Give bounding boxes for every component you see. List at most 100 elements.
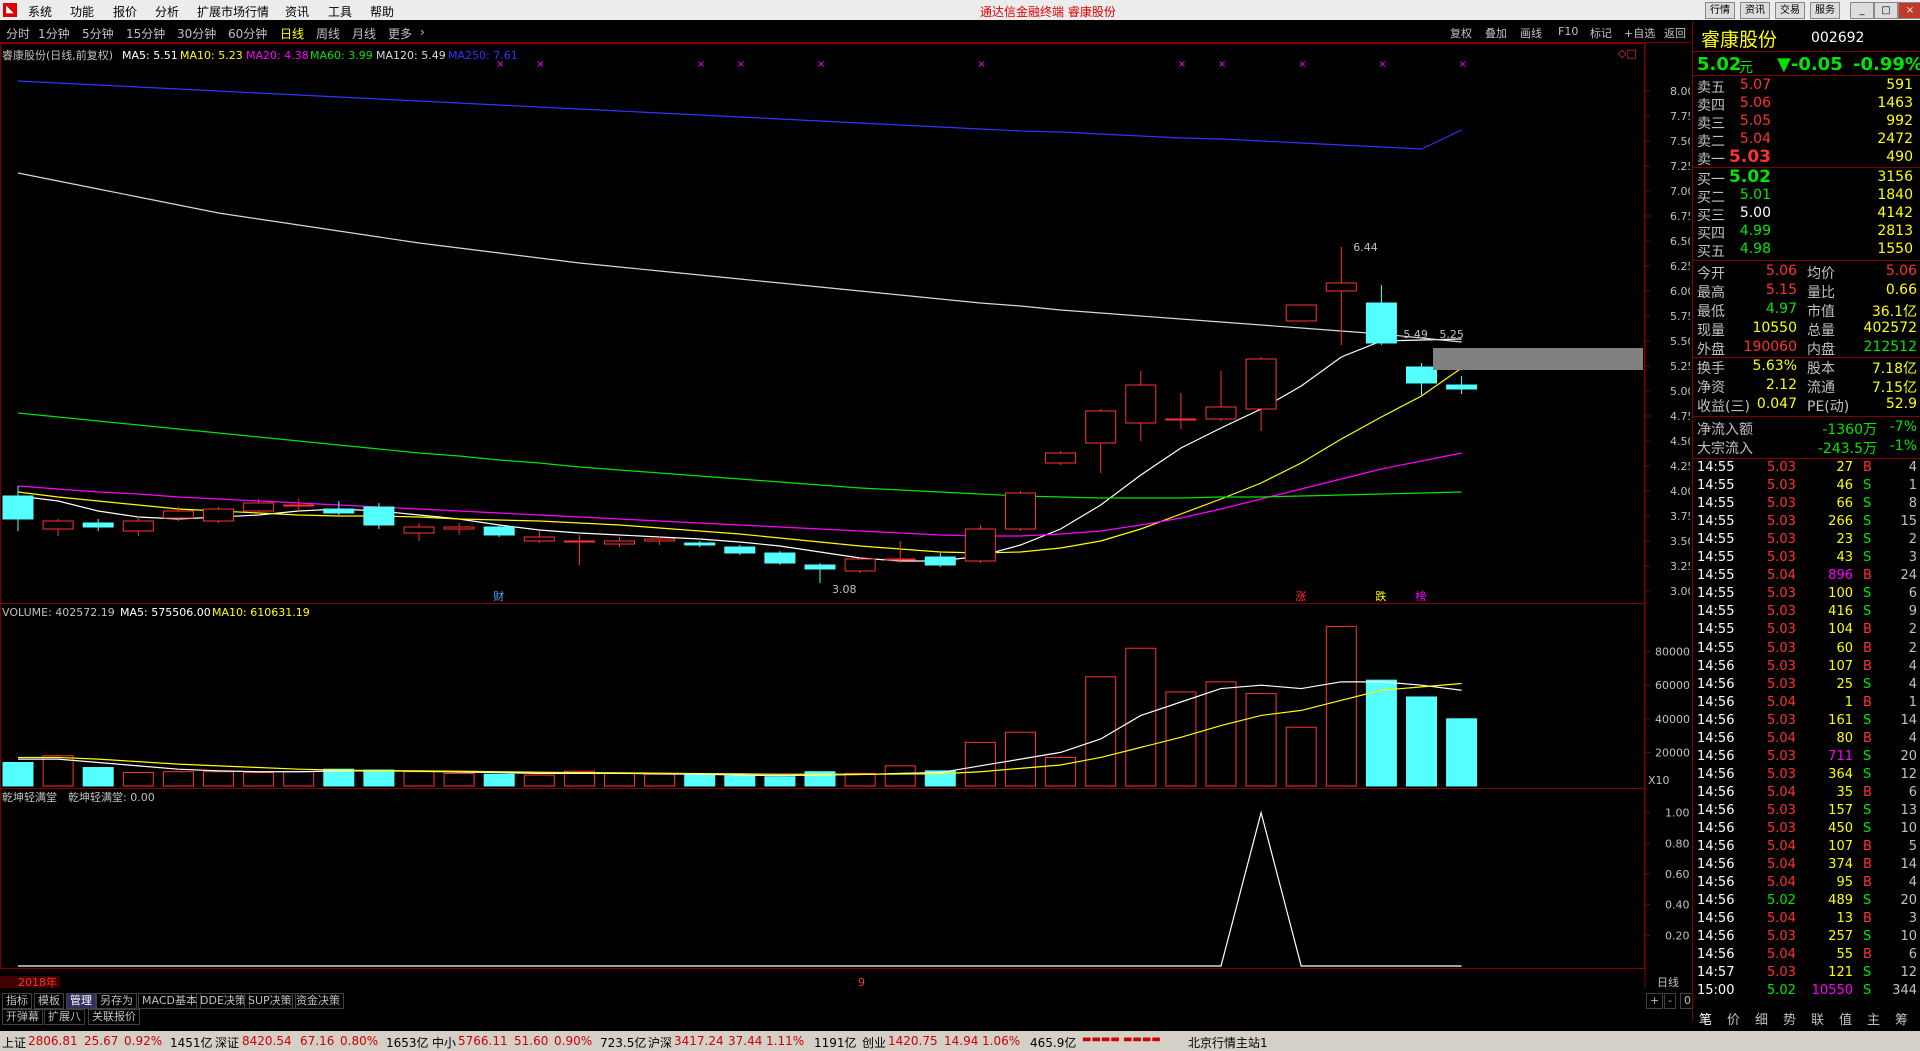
tick-price: 5.03 xyxy=(1767,802,1796,818)
menu-analysis[interactable]: 分析 xyxy=(155,3,179,20)
tab-save-as[interactable]: 另存为 xyxy=(96,993,137,1009)
tick-volume: 46 xyxy=(1836,478,1853,494)
tab-15min[interactable]: 15分钟 xyxy=(126,25,165,42)
cy-index-name[interactable]: 创业 xyxy=(862,1034,886,1051)
tab-more[interactable]: 更多 xyxy=(388,25,412,42)
nav-trade-button[interactable]: 交易 xyxy=(1775,2,1805,19)
tab-intraday[interactable]: 分时 xyxy=(6,25,30,42)
tab-danmaku[interactable]: 开弹幕 xyxy=(2,1009,43,1025)
chevron-right-icon[interactable]: › xyxy=(420,25,425,39)
right-tab[interactable]: 主 xyxy=(1867,1009,1880,1028)
indicator-value: 乾坤轻满堂: 0.00 xyxy=(68,790,155,804)
draw-line-button[interactable]: 画线 xyxy=(1520,25,1542,41)
tab-related-quote[interactable]: 关联报价 xyxy=(88,1009,140,1025)
mark-button[interactable]: 标记 xyxy=(1590,25,1612,41)
ask-volume: 490 xyxy=(1886,149,1913,165)
ask-row[interactable]: 卖五 5.07 591 xyxy=(1693,77,1920,96)
stock-name: 睿康股份 xyxy=(1701,29,1778,51)
tab-ext8[interactable]: 扩展八 xyxy=(44,1009,85,1025)
menu-ext-market[interactable]: 扩展市场行情 xyxy=(197,3,269,20)
stat-label-2: 均价 xyxy=(1807,266,1835,282)
panel-toggle-icon[interactable]: ◇□ xyxy=(1618,47,1637,60)
tab-daily[interactable]: 日线 xyxy=(280,25,304,42)
event-marker-limit-up[interactable]: 涨 xyxy=(1295,590,1306,603)
sh-index-name[interactable]: 上证 xyxy=(2,1034,26,1051)
tab-monthly[interactable]: 月线 xyxy=(352,25,376,42)
stat-label-2: 市值 xyxy=(1807,304,1835,320)
f10-button[interactable]: F10 xyxy=(1558,25,1578,38)
price-tick-label: 6.50 xyxy=(1670,235,1690,248)
back-button[interactable]: 返回 xyxy=(1664,25,1686,41)
status-bar: 上证 2806.81 25.67 0.92% 1451亿 深证 8420.54 … xyxy=(0,1031,1920,1051)
restore-rights-button[interactable]: 复权 xyxy=(1450,25,1472,41)
ask-row[interactable]: 卖三 5.05 992 xyxy=(1693,113,1920,132)
bid-price: 5.01 xyxy=(1739,187,1771,203)
right-tab[interactable]: 值 xyxy=(1839,1009,1852,1028)
bid-row[interactable]: 买一 5.02 3156 xyxy=(1693,167,1920,188)
tab-sup[interactable]: SUP决策 xyxy=(244,993,296,1009)
tick-price: 5.02 xyxy=(1767,983,1796,999)
right-tab[interactable]: 细 xyxy=(1755,1009,1768,1028)
ask-row[interactable]: 卖二 5.04 2472 xyxy=(1693,131,1920,150)
candle-body xyxy=(1245,358,1277,410)
tick-volume: 95 xyxy=(1836,875,1853,891)
bid-row[interactable]: 买五 4.98 1550 xyxy=(1693,241,1920,260)
nav-news-button[interactable]: 资讯 xyxy=(1740,2,1770,19)
menu-help[interactable]: 帮助 xyxy=(370,3,394,20)
event-marker-ranking[interactable]: 榜 xyxy=(1416,589,1427,603)
tab-indicator[interactable]: 指标 xyxy=(2,993,32,1009)
nav-service-button[interactable]: 服务 xyxy=(1810,2,1840,19)
maximize-icon[interactable]: □ xyxy=(1874,2,1898,19)
sz-index-name[interactable]: 深证 xyxy=(215,1034,239,1051)
bid-row[interactable]: 买三 5.00 4142 xyxy=(1693,205,1920,224)
ask-row[interactable]: 卖四 5.06 1463 xyxy=(1693,95,1920,114)
minimize-icon[interactable]: _ xyxy=(1850,2,1874,19)
tab-5min[interactable]: 5分钟 xyxy=(82,25,114,42)
menu-quote[interactable]: 报价 xyxy=(113,3,137,20)
server-station[interactable]: 北京行情主站1 xyxy=(1188,1034,1268,1051)
tab-30min[interactable]: 30分钟 xyxy=(177,25,216,42)
quote-panel: 睿康股份 002692 5.02 元 ▼-0.05 -0.99% 卖五 5.07 5… xyxy=(1692,21,1920,1028)
right-tab[interactable]: 笔 xyxy=(1699,1009,1712,1028)
right-tab[interactable]: 联 xyxy=(1811,1009,1824,1028)
menu-info[interactable]: 资讯 xyxy=(285,3,309,20)
app-logo-icon: ◣ xyxy=(3,3,17,17)
tab-fund[interactable]: 资金决策 xyxy=(292,993,344,1009)
overlay-button[interactable]: 叠加 xyxy=(1485,25,1507,41)
price-axis: 8.00 7.75 7.50 7.25 7.00 6.75 6.50 6.25 6.00 5.75… xyxy=(1645,85,1690,598)
candle xyxy=(1245,357,1277,431)
tab-weekly[interactable]: 周线 xyxy=(316,25,340,42)
ask-volume: 2472 xyxy=(1877,131,1913,147)
tab-manage[interactable]: 管理 xyxy=(66,993,96,1009)
volume-bar xyxy=(283,771,315,787)
hs-index-name[interactable]: 沪深 xyxy=(648,1034,672,1051)
zoom-in-button[interactable]: + xyxy=(1646,993,1664,1009)
stat-value: 5.15 xyxy=(1765,282,1797,298)
event-marker-limit-down[interactable]: 跌 xyxy=(1375,589,1386,603)
tab-60min[interactable]: 60分钟 xyxy=(228,25,267,42)
bid-row[interactable]: 买二 5.01 1840 xyxy=(1693,187,1920,206)
tab-1min[interactable]: 1分钟 xyxy=(38,25,70,42)
right-tab[interactable]: 筹 xyxy=(1895,1009,1908,1028)
close-icon[interactable]: × xyxy=(1898,2,1920,19)
nav-quote-button[interactable]: 行情 xyxy=(1705,2,1735,19)
right-tab[interactable]: 势 xyxy=(1783,1009,1796,1028)
zx-index-name[interactable]: 中小 xyxy=(432,1034,456,1051)
tick-time: 14:56 xyxy=(1697,947,1735,963)
right-tab[interactable]: 价 xyxy=(1727,1009,1740,1028)
menu-system[interactable]: 系统 xyxy=(28,3,52,20)
menu-tools[interactable]: 工具 xyxy=(328,3,352,20)
tick-count: 344 xyxy=(1892,983,1917,999)
zoom-out-button[interactable]: - xyxy=(1664,993,1676,1009)
tab-template[interactable]: 模板 xyxy=(34,993,64,1009)
kline-chart-area[interactable]: 8.00 7.75 7.50 7.25 7.00 6.75 6.50 6.25 6.00 5.75… xyxy=(0,43,1690,988)
tab-dde[interactable]: DDE决策 xyxy=(196,993,250,1009)
event-marker-finance[interactable]: 财 xyxy=(493,589,504,603)
bid-row[interactable]: 买四 4.99 2813 xyxy=(1693,223,1920,242)
tick-count: 12 xyxy=(1900,766,1917,782)
tab-macd[interactable]: MACD基本 xyxy=(138,993,201,1009)
price-tick-label: 7.00 xyxy=(1670,185,1690,198)
menu-function[interactable]: 功能 xyxy=(70,3,94,20)
add-watchlist-button[interactable]: +自选 xyxy=(1624,25,1655,41)
ask-row[interactable]: 卖一 5.03 490 xyxy=(1693,147,1920,168)
